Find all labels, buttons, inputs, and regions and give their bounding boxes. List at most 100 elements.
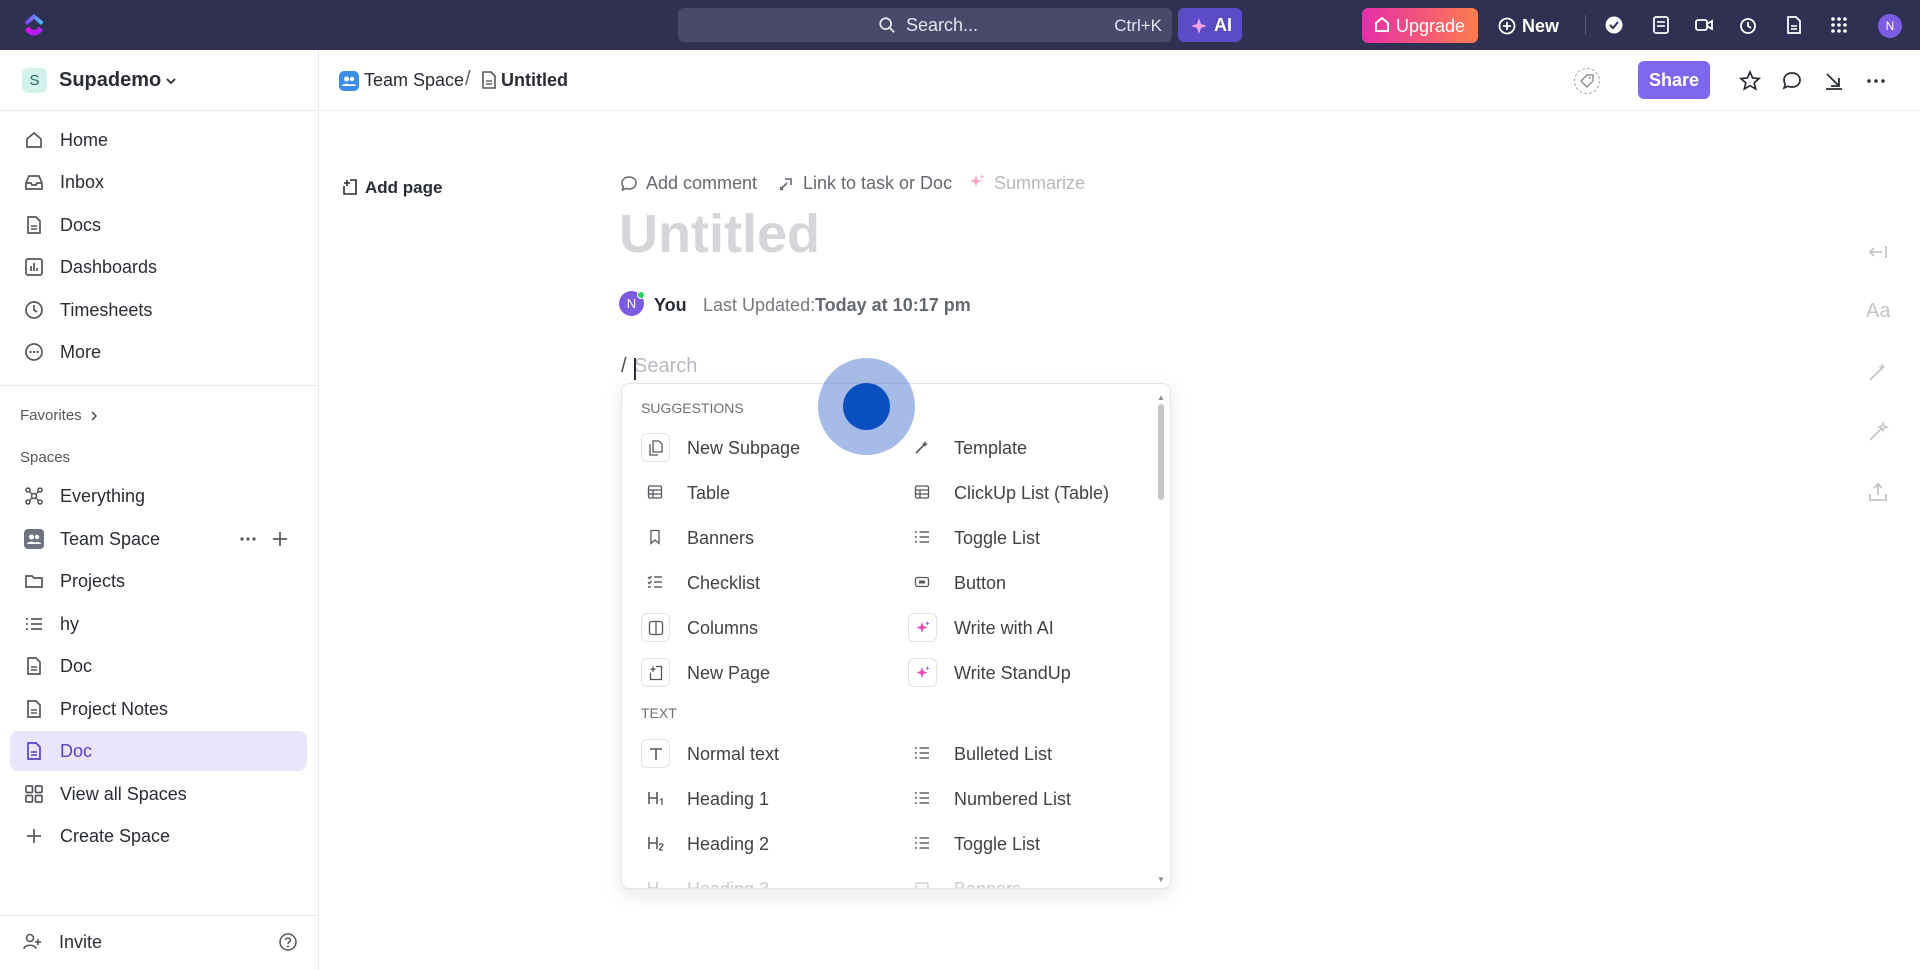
search-bar[interactable]: Search... Ctrl+K bbox=[678, 8, 1172, 42]
numbered-list-icon bbox=[915, 792, 929, 804]
sidebar-item-label: View all Spaces bbox=[60, 784, 187, 804]
magic-wand-icon[interactable] bbox=[1866, 420, 1890, 444]
menu-item-clickup-list[interactable]: ClickUp List (Table) bbox=[908, 474, 1148, 510]
new-label: New bbox=[1522, 16, 1560, 36]
top-bar: Search... Ctrl+K AI Upgrade New N bbox=[0, 0, 1920, 50]
doc-title[interactable]: Untitled bbox=[619, 203, 820, 265]
plus-icon bbox=[27, 829, 41, 843]
sidebar-item-create-space[interactable]: Create Space bbox=[10, 816, 307, 856]
sidebar-item-timesheets[interactable]: Timesheets bbox=[10, 290, 307, 330]
add-user-icon[interactable] bbox=[22, 932, 42, 952]
heading2-icon bbox=[648, 837, 664, 851]
menu-item-normal-text[interactable]: Normal text bbox=[641, 735, 881, 771]
sidebar-item-project-notes[interactable]: Project Notes bbox=[10, 689, 307, 729]
sidebar-item-inbox[interactable]: Inbox bbox=[10, 162, 307, 202]
menu-item-checklist[interactable]: Checklist bbox=[641, 564, 881, 600]
sidebar-item-label: Docs bbox=[60, 215, 102, 235]
scroll-up-arrow[interactable]: ▲ bbox=[1157, 393, 1165, 402]
menu-item-columns[interactable]: Columns bbox=[641, 609, 881, 645]
alarm-clock-icon[interactable] bbox=[1738, 15, 1758, 35]
menu-item-label: Write StandUp bbox=[954, 663, 1071, 683]
video-record-icon[interactable] bbox=[1694, 15, 1714, 35]
menu-item-heading-3[interactable]: Heading 3 bbox=[641, 870, 881, 888]
sidebar-item-projects[interactable]: Projects bbox=[10, 561, 307, 601]
scroll-down-arrow[interactable]: ▼ bbox=[1157, 875, 1165, 884]
menu-item-button[interactable]: Button bbox=[908, 564, 1148, 600]
menu-item-new-page[interactable]: New Page bbox=[641, 654, 881, 690]
click-indicator-dot bbox=[843, 383, 890, 430]
apps-grid-icon[interactable] bbox=[1829, 15, 1849, 35]
favorites-section[interactable]: Favorites bbox=[20, 407, 98, 424]
last-updated-value: Today at 10:17 pm bbox=[815, 295, 971, 315]
doc-icon bbox=[27, 216, 41, 234]
sidebar-item-dashboards[interactable]: Dashboards bbox=[10, 247, 307, 287]
docs-icon[interactable] bbox=[1784, 15, 1804, 35]
sidebar-item-hy[interactable]: hy bbox=[10, 604, 307, 644]
menu-item-label: Template bbox=[954, 438, 1028, 458]
check-circle-icon[interactable] bbox=[1604, 15, 1624, 35]
more-horizontal-icon[interactable] bbox=[239, 531, 257, 547]
invite-button[interactable]: Invite bbox=[59, 932, 102, 953]
template-icon bbox=[915, 441, 928, 454]
divider bbox=[1585, 15, 1586, 35]
slash-search-input[interactable]: Search bbox=[634, 355, 697, 378]
sidebar-item-team-space[interactable]: Team Space bbox=[10, 519, 307, 559]
collapse-left-icon[interactable] bbox=[1866, 240, 1890, 264]
menu-item-bulleted-list[interactable]: Bulleted List bbox=[908, 735, 1148, 771]
breadcrumb-space[interactable]: Team Space bbox=[364, 70, 464, 91]
plus-icon[interactable] bbox=[271, 530, 289, 548]
menu-scrollbar[interactable] bbox=[1158, 404, 1164, 500]
font-style-icon[interactable]: Aa bbox=[1866, 300, 1890, 324]
menu-item-banners[interactable]: Banners bbox=[641, 519, 881, 555]
ai-sparkle-icon bbox=[916, 666, 930, 678]
ai-button[interactable]: AI bbox=[1178, 8, 1242, 42]
menu-item-banners-text[interactable]: Banners bbox=[908, 870, 1148, 888]
sidebar-item-docs[interactable]: Docs bbox=[10, 205, 307, 245]
menu-item-numbered-list[interactable]: Numbered List bbox=[908, 780, 1148, 816]
menu-item-heading-2[interactable]: Heading 2 bbox=[641, 825, 881, 861]
menu-item-toggle-list-text[interactable]: Toggle List bbox=[908, 825, 1148, 861]
menu-item-toggle-list[interactable]: Toggle List bbox=[908, 519, 1148, 555]
menu-item-template[interactable]: Template bbox=[908, 429, 1148, 465]
sidebar-item-view-all-spaces[interactable]: View all Spaces bbox=[10, 774, 307, 814]
sidebar-item-label: Doc bbox=[60, 656, 93, 676]
sidebar-item-doc[interactable]: Doc bbox=[10, 646, 307, 686]
link-icon bbox=[779, 178, 792, 191]
sidebar-item-label: Inbox bbox=[60, 172, 105, 192]
sidebar-item-everything[interactable]: Everything bbox=[10, 476, 307, 516]
tag-icon[interactable] bbox=[1574, 68, 1600, 94]
star-icon[interactable] bbox=[1739, 70, 1761, 92]
menu-item-label: Numbered List bbox=[954, 789, 1072, 809]
divider bbox=[0, 110, 319, 111]
upgrade-label: Upgrade bbox=[1396, 16, 1466, 36]
edit-sparkle-icon[interactable] bbox=[1866, 360, 1890, 384]
more-horizontal-icon[interactable] bbox=[1865, 70, 1887, 92]
menu-item-write-standup[interactable]: Write StandUp bbox=[908, 654, 1148, 690]
menu-item-label: Bulleted List bbox=[954, 744, 1053, 764]
dashboard-icon bbox=[25, 258, 43, 276]
text-icon bbox=[650, 748, 662, 760]
sidebar-item-more[interactable]: More bbox=[10, 332, 307, 372]
upgrade-button[interactable]: Upgrade bbox=[1362, 8, 1478, 43]
sidebar-item-label: Everything bbox=[60, 486, 146, 506]
user-avatar[interactable]: N bbox=[1878, 14, 1902, 38]
add-page-label: Add page bbox=[365, 178, 443, 197]
doc-icon bbox=[482, 71, 496, 89]
menu-item-label: Toggle List bbox=[954, 528, 1041, 548]
menu-item-heading-1[interactable]: Heading 1 bbox=[641, 780, 881, 816]
comment-icon[interactable] bbox=[1781, 70, 1803, 92]
ai-button-label: AI bbox=[1214, 15, 1232, 35]
collapse-arrow-icon[interactable] bbox=[1823, 70, 1845, 92]
sidebar-item-doc-active[interactable]: Doc bbox=[10, 731, 307, 771]
export-icon[interactable] bbox=[1866, 480, 1890, 504]
notepad-icon[interactable] bbox=[1651, 15, 1671, 35]
sidebar-item-label: Team Space bbox=[60, 529, 161, 549]
menu-item-table[interactable]: Table bbox=[641, 474, 881, 510]
breadcrumb-doc[interactable]: Untitled bbox=[501, 70, 568, 91]
sidebar-item-home[interactable]: Home bbox=[10, 120, 307, 160]
doc-header: Team Space / Untitled Share bbox=[320, 50, 1920, 111]
share-button[interactable]: Share bbox=[1638, 61, 1710, 99]
menu-item-write-with-ai[interactable]: Write with AI bbox=[908, 609, 1148, 645]
help-icon[interactable] bbox=[278, 932, 298, 952]
clickup-logo-icon[interactable] bbox=[22, 12, 46, 38]
